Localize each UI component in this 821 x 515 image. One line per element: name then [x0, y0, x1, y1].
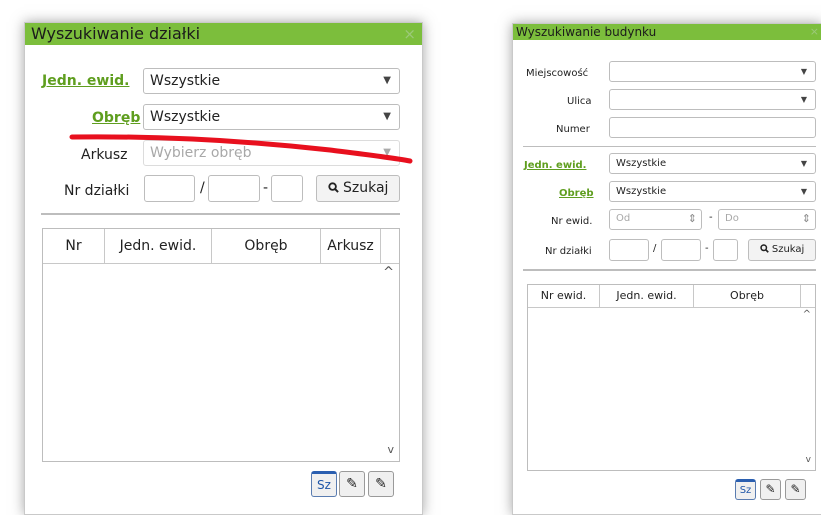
results-table: Nr Jedn. ewid. Obręb Arkusz ^ v	[42, 228, 400, 462]
form-divider	[41, 213, 400, 215]
numer-label: Numer	[556, 124, 590, 135]
scroll-up-icon[interactable]: ^	[383, 265, 394, 280]
search-button[interactable]: Szukaj	[748, 239, 816, 261]
nr-dzialki-part3-input[interactable]	[713, 239, 738, 261]
column-header-obreb[interactable]: Obręb	[694, 285, 801, 307]
arkusz-placeholder: Wybierz obręb	[150, 145, 252, 161]
jedn-ewid-value: Wszystkie	[150, 73, 221, 89]
select-all-button[interactable]: Sz	[311, 471, 337, 497]
search-button-label: Szukaj	[771, 244, 805, 255]
search-button[interactable]: Szukaj	[316, 175, 400, 202]
building-search-titlebar[interactable]: Wyszukiwanie budynku ×	[513, 24, 821, 40]
nr-dzialki-part1-input[interactable]	[144, 175, 195, 202]
arkusz-select[interactable]: Wybierz obręb ▼	[143, 140, 400, 166]
building-search-title: Wyszukiwanie budynku	[516, 25, 657, 39]
slash-separator: /	[653, 243, 657, 254]
form-divider	[523, 269, 816, 271]
scroll-down-icon[interactable]: v	[387, 443, 394, 456]
arkusz-label: Arkusz	[81, 147, 128, 163]
chevron-down-icon: ▼	[383, 111, 391, 122]
edit-selection-button[interactable]: ✎	[339, 471, 365, 497]
ulica-select[interactable]: ▼	[609, 89, 816, 110]
column-header-nr-ewid[interactable]: Nr ewid.	[528, 285, 600, 307]
ulica-label: Ulica	[567, 96, 592, 107]
select-all-label: Sz	[317, 478, 331, 492]
obreb-label[interactable]: Obręb	[92, 110, 140, 126]
obreb-select[interactable]: Wszystkie ▼	[143, 104, 400, 130]
apply-selection-icon: ✎	[375, 476, 387, 492]
nr-dzialki-part2-input[interactable]	[208, 175, 260, 202]
table-header-divider	[43, 263, 399, 264]
building-search-panel: Wyszukiwanie budynku × Miejscowość ▼ Uli…	[512, 23, 821, 515]
nr-ewid-to-placeholder: Do	[725, 213, 739, 224]
apply-selection-button[interactable]: ✎	[785, 479, 806, 500]
obreb-select[interactable]: Wszystkie ▼	[609, 181, 816, 202]
nr-dzialki-label: Nr działki	[64, 183, 130, 199]
scroll-down-icon[interactable]: v	[806, 455, 811, 465]
obreb-value: Wszystkie	[150, 109, 221, 125]
apply-selection-button[interactable]: ✎	[368, 471, 394, 497]
jedn-ewid-select[interactable]: Wszystkie ▼	[143, 68, 400, 94]
close-icon[interactable]: ×	[810, 24, 819, 40]
edit-selection-icon: ✎	[346, 476, 358, 492]
nr-dzialki-part1-input[interactable]	[609, 239, 649, 261]
nr-ewid-from-placeholder: Od	[616, 213, 631, 224]
apply-selection-icon: ✎	[790, 482, 801, 496]
column-header-obreb[interactable]: Obręb	[212, 229, 321, 263]
nr-dzialki-part2-input[interactable]	[661, 239, 701, 261]
parcel-search-panel: Wyszukiwanie działki × Jedn. ewid. Wszys…	[24, 22, 423, 515]
search-button-label: Szukaj	[343, 180, 389, 196]
select-all-label: Sz	[739, 485, 752, 496]
search-icon	[327, 182, 339, 193]
jedn-ewid-select[interactable]: Wszystkie ▼	[609, 153, 816, 174]
column-header-jedn-ewid[interactable]: Jedn. ewid.	[600, 285, 694, 307]
chevron-down-icon: ▼	[383, 75, 391, 86]
column-header-jedn-ewid[interactable]: Jedn. ewid.	[105, 229, 212, 263]
search-icon	[759, 244, 769, 253]
chevron-down-icon: ▼	[800, 95, 807, 104]
miejscowosc-select[interactable]: ▼	[609, 61, 816, 82]
chevron-down-icon: ▼	[800, 187, 807, 196]
stepper-icon[interactable]: ⇕	[802, 212, 811, 225]
select-all-button[interactable]: Sz	[735, 479, 756, 500]
edit-selection-icon: ✎	[765, 482, 776, 496]
edit-selection-button[interactable]: ✎	[760, 479, 781, 500]
slash-separator: /	[200, 180, 205, 196]
nr-ewid-from-input[interactable]: Od ⇕	[609, 209, 702, 230]
nr-dzialki-label: Nr działki	[545, 246, 592, 257]
scroll-up-icon[interactable]: ^	[803, 309, 811, 320]
jedn-ewid-label[interactable]: Jedn. ewid.	[42, 73, 129, 89]
dash-separator: -	[263, 180, 269, 196]
parcel-search-titlebar[interactable]: Wyszukiwanie działki ×	[25, 23, 422, 45]
miejscowosc-label: Miejscowość	[526, 68, 589, 79]
numer-input[interactable]	[609, 117, 816, 138]
jedn-ewid-label[interactable]: Jedn. ewid.	[524, 160, 586, 171]
obreb-label[interactable]: Obręb	[559, 188, 594, 199]
nr-ewid-label: Nr ewid.	[551, 216, 593, 227]
nr-dzialki-part3-input[interactable]	[271, 175, 303, 202]
table-header-divider	[528, 307, 815, 308]
chevron-down-icon: ▼	[800, 159, 807, 168]
stepper-icon[interactable]: ⇕	[688, 212, 697, 225]
column-header-nr[interactable]: Nr	[43, 229, 105, 263]
dash-separator: -	[705, 243, 709, 254]
form-divider	[523, 146, 816, 147]
close-icon[interactable]: ×	[403, 23, 416, 45]
nr-ewid-to-input[interactable]: Do ⇕	[718, 209, 816, 230]
parcel-search-title: Wyszukiwanie działki	[31, 24, 201, 43]
obreb-value: Wszystkie	[616, 186, 667, 197]
column-header-arkusz[interactable]: Arkusz	[321, 229, 381, 263]
results-table: Nr ewid. Jedn. ewid. Obręb ^ v	[527, 284, 816, 471]
dash-separator: -	[709, 212, 713, 223]
jedn-ewid-value: Wszystkie	[616, 158, 667, 169]
chevron-down-icon: ▼	[383, 147, 391, 158]
chevron-down-icon: ▼	[800, 67, 807, 76]
